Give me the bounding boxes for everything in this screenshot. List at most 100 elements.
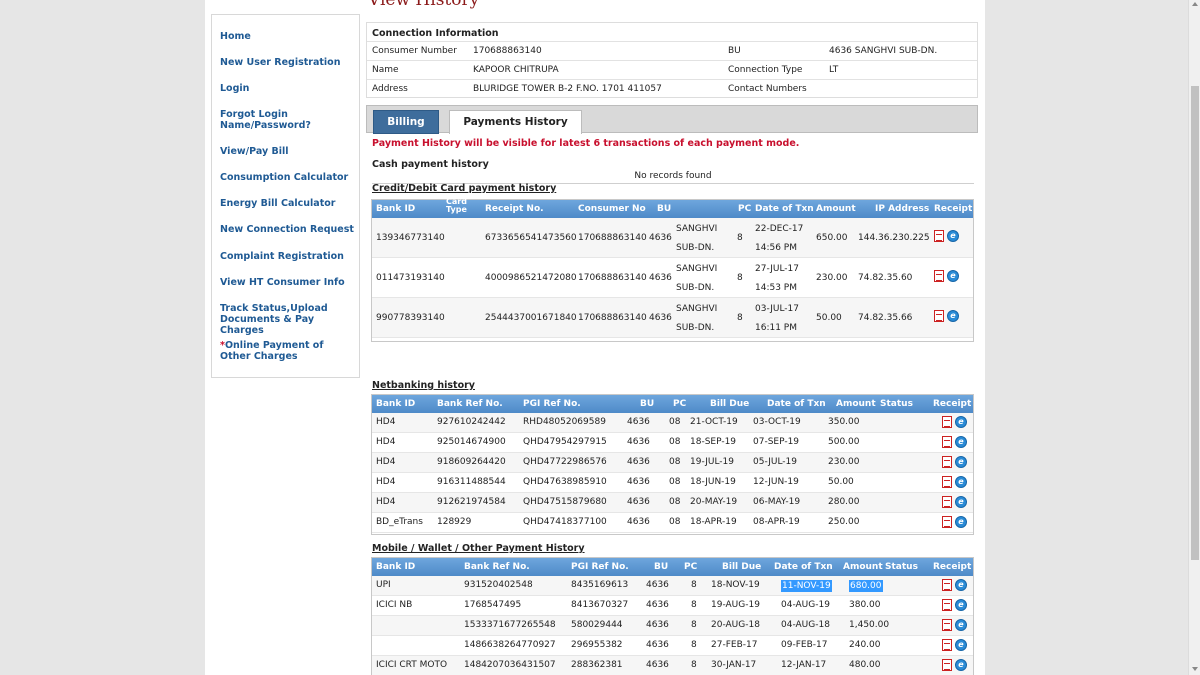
cell-pc: 08 bbox=[669, 437, 681, 447]
cell-pgi-ref-no: 580029444 bbox=[571, 620, 623, 630]
pdf-icon[interactable] bbox=[942, 599, 952, 611]
cell-bank-ref-no: 931520402548 bbox=[464, 580, 533, 590]
pdf-icon[interactable] bbox=[934, 230, 944, 242]
pdf-icon[interactable] bbox=[942, 416, 952, 428]
cell-bu-name: SUB-DN. bbox=[676, 323, 715, 333]
col-pgi-ref-no: PGI Ref No. bbox=[523, 399, 581, 409]
browser-icon[interactable]: e bbox=[947, 230, 959, 242]
cell-amount: 250.00 bbox=[828, 517, 860, 527]
nav-new-connection-request[interactable]: New Connection Request bbox=[220, 224, 356, 235]
browser-icon[interactable]: e bbox=[947, 270, 959, 282]
col-amount: Amount bbox=[816, 204, 856, 214]
browser-icon[interactable]: e bbox=[955, 496, 967, 508]
nav-login[interactable]: Login bbox=[220, 83, 356, 94]
pdf-icon[interactable] bbox=[934, 270, 944, 282]
col-bank-ref-no: Bank Ref No. bbox=[464, 562, 530, 572]
nav-energy-bill-calculator[interactable]: Energy Bill Calculator bbox=[220, 198, 356, 209]
cell-pgi-ref-no: 288362381 bbox=[571, 660, 623, 670]
browser-icon[interactable]: e bbox=[955, 599, 967, 611]
table-row: 1533371677265548 580029444 4636 8 20-AUG-18 0… bbox=[372, 616, 973, 636]
receipt-icons[interactable]: e bbox=[934, 230, 960, 242]
receipt-icons[interactable]: e bbox=[942, 456, 968, 468]
browser-icon[interactable]: e bbox=[955, 416, 967, 428]
col-bill-due: Bill Due bbox=[710, 399, 750, 409]
browser-icon[interactable]: e bbox=[955, 436, 967, 448]
tab-billing[interactable]: Billing bbox=[373, 110, 439, 134]
cell-amount: 500.00 bbox=[828, 437, 860, 447]
pdf-icon[interactable] bbox=[942, 639, 952, 651]
nav-view-ht-consumer-info[interactable]: View HT Consumer Info bbox=[220, 277, 356, 288]
cell-pc: 8 bbox=[691, 600, 697, 610]
browser-icon[interactable]: e bbox=[955, 476, 967, 488]
cell-pgi-ref-no: QHD47515879680 bbox=[523, 497, 607, 507]
cell-bu: 4636 bbox=[627, 497, 650, 507]
receipt-icons[interactable]: e bbox=[942, 496, 968, 508]
cell-amount: 380.00 bbox=[849, 600, 881, 610]
col-consumer-no: Consumer No bbox=[578, 204, 646, 214]
receipt-icons[interactable]: e bbox=[942, 476, 968, 488]
browser-icon[interactable]: e bbox=[955, 456, 967, 468]
receipt-icons[interactable]: e bbox=[942, 639, 968, 651]
nav-new-user-registration[interactable]: New User Registration bbox=[220, 57, 356, 68]
cell-bill-due: 18-JUN-19 bbox=[690, 477, 736, 487]
pdf-icon[interactable] bbox=[942, 476, 952, 488]
cell-ip-address: 144.36.230.225 bbox=[858, 233, 930, 243]
nav-view-pay-bill[interactable]: View/Pay Bill bbox=[220, 146, 356, 157]
cell-date: 22-DEC-17 bbox=[755, 224, 804, 234]
cell-pc: 8 bbox=[691, 660, 697, 670]
pdf-icon[interactable] bbox=[942, 619, 952, 631]
address-label: Address bbox=[372, 84, 408, 94]
pdf-icon[interactable] bbox=[942, 659, 952, 671]
contact-numbers-label: Contact Numbers bbox=[728, 84, 807, 94]
receipt-icons[interactable]: e bbox=[942, 599, 968, 611]
nav-complaint-registration[interactable]: Complaint Registration bbox=[220, 251, 356, 262]
col-date-of-txn: Date of Txn bbox=[767, 399, 826, 409]
receipt-icons[interactable]: e bbox=[942, 416, 968, 428]
cell-bu: 4636 bbox=[646, 620, 669, 630]
receipt-icons[interactable]: e bbox=[942, 579, 968, 591]
cell-pgi-ref-no: QHD47722986576 bbox=[523, 457, 607, 467]
receipt-icons[interactable]: e bbox=[942, 516, 968, 528]
cell-amount: 680.00 bbox=[849, 580, 883, 592]
cell-date-of-txn: 09-FEB-17 bbox=[781, 640, 828, 650]
vertical-scrollbar[interactable] bbox=[1188, 0, 1200, 675]
scroll-down-icon[interactable] bbox=[1192, 667, 1198, 671]
pdf-icon[interactable] bbox=[942, 579, 952, 591]
browser-icon[interactable]: e bbox=[955, 639, 967, 651]
nav-online-payment-other-charges[interactable]: *Online Payment of Other Charges bbox=[220, 340, 356, 362]
table-row: HD4 916311488544 QHD47638985910 4636 08 18-JU… bbox=[372, 473, 973, 493]
nav-consumption-calculator[interactable]: Consumption Calculator bbox=[220, 172, 356, 183]
cell-amount: 50.00 bbox=[816, 313, 842, 323]
tab-payments-history[interactable]: Payments History bbox=[449, 110, 582, 134]
cell-amount: 50.00 bbox=[828, 477, 854, 487]
cell-pgi-ref-no: QHD47638985910 bbox=[523, 477, 607, 487]
browser-icon[interactable]: e bbox=[955, 579, 967, 591]
receipt-icons[interactable]: e bbox=[934, 270, 960, 282]
receipt-icons[interactable]: e bbox=[942, 436, 968, 448]
receipt-icons[interactable]: e bbox=[942, 659, 968, 671]
pdf-icon[interactable] bbox=[942, 456, 952, 468]
col-date-of-txn: Date of Txn bbox=[774, 562, 833, 572]
pdf-icon[interactable] bbox=[942, 496, 952, 508]
cell-bu: 4636 bbox=[646, 600, 669, 610]
nav-forgot-login[interactable]: Forgot Login Name/Password? bbox=[220, 109, 356, 131]
cell-bank-ref-no: 916311488544 bbox=[437, 477, 506, 487]
pdf-icon[interactable] bbox=[942, 436, 952, 448]
browser-icon[interactable]: e bbox=[955, 659, 967, 671]
scroll-thumb[interactable] bbox=[1191, 86, 1199, 560]
browser-icon[interactable]: e bbox=[947, 310, 959, 322]
browser-icon[interactable]: e bbox=[955, 619, 967, 631]
cell-bank-id: 139346773140 bbox=[376, 233, 445, 243]
nav-home[interactable]: Home bbox=[220, 31, 356, 42]
receipt-icons[interactable]: e bbox=[942, 619, 968, 631]
col-receipt: Receipt bbox=[933, 399, 972, 409]
receipt-icons[interactable]: e bbox=[934, 310, 960, 322]
col-pgi-ref-no: PGI Ref No. bbox=[571, 562, 629, 572]
nav-track-status[interactable]: Track Status,Upload Documents & Pay Char… bbox=[220, 303, 356, 336]
pdf-icon[interactable] bbox=[942, 516, 952, 528]
pdf-icon[interactable] bbox=[934, 310, 944, 322]
scroll-up-icon[interactable] bbox=[1192, 2, 1198, 6]
cell-consumer-no: 170688863140 bbox=[578, 273, 647, 283]
browser-icon[interactable]: e bbox=[955, 516, 967, 528]
col-status: Status bbox=[885, 562, 918, 572]
